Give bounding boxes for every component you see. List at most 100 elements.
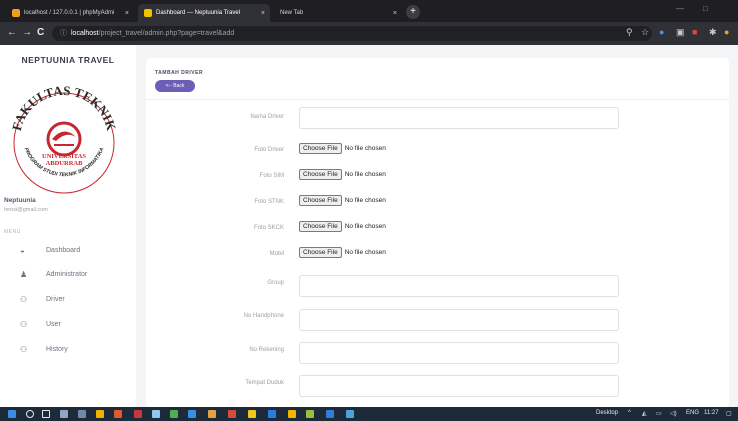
taskbar-app-icon[interactable] (306, 410, 314, 418)
extension-icon[interactable]: ■ (692, 27, 697, 37)
sidebar-item-label: Driver (46, 295, 65, 303)
label-foto-driver: Foto Driver (254, 147, 284, 153)
label-group: Group (267, 280, 284, 286)
foto-stnk-file-input: Choose File No file chosen (299, 195, 386, 206)
new-tab-button[interactable]: + (406, 5, 420, 19)
folder-favicon-icon (144, 9, 152, 17)
taskbar-app-icon[interactable] (134, 410, 142, 418)
menu-heading: MENU (4, 229, 21, 235)
maximize-icon[interactable]: □ (703, 4, 708, 13)
profile-avatar-icon[interactable]: ● (724, 27, 729, 37)
brand-title: NEPTUUNIA TRAVEL (21, 55, 115, 65)
sidebar-item-administrator[interactable]: ♟ Administrator (20, 266, 130, 282)
foto-sim-file-input: Choose File No file chosen (299, 169, 386, 180)
taskbar-app-icon[interactable] (208, 410, 216, 418)
back-arrow-icon[interactable]: ← (7, 27, 17, 38)
group-icon: ⚇ (20, 344, 28, 354)
choose-file-button[interactable]: Choose File (299, 143, 342, 154)
sidebar-item-label: Dashboard (46, 246, 81, 254)
tab-label: localhost / 127.0.0.1 | phpMyAdmi (24, 10, 115, 16)
volume-icon[interactable]: ◁) (670, 410, 677, 417)
choose-file-button[interactable]: Choose File (299, 195, 342, 206)
no-handphone-input[interactable] (299, 309, 619, 331)
group-input[interactable] (299, 275, 619, 297)
tab-close-icon[interactable]: × (261, 10, 265, 17)
logo-center-line2: ABDURRAB (46, 160, 84, 167)
address-bar-row: ← → C ⓘ localhost/project_travel/admin.ph… (0, 22, 738, 45)
nama-driver-input[interactable] (299, 107, 619, 129)
forward-arrow-icon[interactable]: → (22, 27, 32, 38)
language-indicator[interactable]: ENG (686, 410, 699, 416)
label-tempat-duduk: Tempat Duduk (245, 380, 284, 386)
taskbar-app-icon[interactable] (170, 410, 178, 418)
sidebar-item-label: Administrator (46, 270, 88, 278)
label-foto-skck: Foto SKCK (253, 225, 284, 231)
university-logo: FAKULTAS TEKNIK PROGRAM STUDI TEKNIK INF… (9, 83, 119, 194)
file-status: No file chosen (344, 223, 386, 230)
search-icon[interactable] (26, 410, 34, 418)
tab-close-icon[interactable]: × (393, 10, 397, 17)
taskbar: Desktop ^ ◭ ▭ ◁) ENG 11:27 ▢ (0, 407, 738, 421)
sidebar-item-user[interactable]: ⚇ User (20, 316, 130, 332)
tempat-duduk-input[interactable] (299, 375, 619, 397)
file-explorer-icon[interactable] (96, 410, 104, 418)
bookmark-star-icon[interactable]: ☆ (641, 27, 649, 38)
taskbar-app-icon[interactable] (346, 410, 354, 418)
foto-driver-file-input: Choose File No file chosen (299, 143, 386, 154)
url-field[interactable]: ⓘ localhost/project_travel/admin.php?page… (52, 26, 652, 41)
taskbar-app-icon[interactable] (78, 410, 86, 418)
tab-close-icon[interactable]: × (125, 10, 129, 17)
label-mobil: Mobil (269, 251, 284, 257)
search-icon[interactable]: ⚲ (626, 27, 633, 38)
tab-label: New Tab (280, 10, 304, 16)
taskbar-app-icon[interactable] (188, 410, 196, 418)
label-foto-sim: Foto SIM (259, 173, 284, 179)
label-no-rekening: No Rekening (249, 347, 284, 353)
user-name: Neptuunia (4, 197, 36, 204)
puzzle-icon[interactable]: ✱ (709, 27, 717, 38)
choose-file-button[interactable]: Choose File (299, 221, 342, 232)
taskbar-app-icon[interactable] (60, 410, 68, 418)
task-view-icon[interactable] (42, 410, 50, 418)
label-nama-driver: Nama Driver (250, 114, 284, 120)
foto-skck-file-input: Choose File No file chosen (299, 221, 386, 232)
tab-phpmyadmin[interactable]: localhost / 127.0.0.1 | phpMyAdmi × (6, 4, 134, 22)
battery-icon[interactable]: ▭ (656, 410, 662, 417)
sidebar-item-history[interactable]: ⚇ History (20, 341, 130, 357)
taskbar-app-icon[interactable] (248, 410, 256, 418)
chrome-icon[interactable] (288, 410, 296, 418)
taskbar-app-icon[interactable] (228, 410, 236, 418)
clock[interactable]: 11:27 (704, 410, 719, 416)
minimize-icon[interactable]: — (676, 4, 684, 13)
windows-start-icon[interactable] (8, 410, 16, 418)
taskbar-app-icon[interactable] (114, 410, 122, 418)
network-icon[interactable]: ◭ (642, 410, 647, 417)
taskbar-app-icon[interactable] (326, 410, 334, 418)
phpmyadmin-favicon-icon (12, 9, 20, 17)
info-icon[interactable]: ⓘ (60, 30, 67, 37)
taskbar-app-icon[interactable] (268, 410, 276, 418)
desktop-toolbar-label[interactable]: Desktop (596, 410, 618, 416)
back-button[interactable]: <-- Back (155, 80, 195, 92)
tab-new-tab[interactable]: New Tab × (274, 4, 402, 22)
reload-icon[interactable]: C (37, 27, 44, 38)
extension-icon[interactable]: ● (659, 27, 664, 37)
sidebar-item-dashboard[interactable]: ◒ Dashboard (20, 242, 130, 258)
notification-icon[interactable]: ▢ (726, 410, 732, 417)
file-status: No file chosen (344, 171, 386, 178)
choose-file-button[interactable]: Choose File (299, 247, 342, 258)
dashboard-icon: ◒ (20, 245, 25, 255)
card-header: TAMBAH DRIVER <-- Back (146, 58, 729, 100)
logo-center-line1: UNIVERSITAS (42, 153, 86, 160)
mobil-file-input: Choose File No file chosen (299, 247, 386, 258)
taskbar-app-icon[interactable] (152, 410, 160, 418)
choose-file-button[interactable]: Choose File (299, 169, 342, 180)
extension-icon[interactable]: ▣ (676, 27, 685, 38)
no-rekening-input[interactable] (299, 342, 619, 364)
file-status: No file chosen (344, 249, 386, 256)
sidebar-item-driver[interactable]: ⚇ Driver (20, 291, 130, 307)
person-icon: ♟ (20, 269, 28, 279)
file-status: No file chosen (344, 197, 386, 204)
tray-chevron-icon[interactable]: ^ (628, 410, 631, 416)
tab-dashboard[interactable]: Dashboard — Neptuunia Travel × (138, 4, 270, 22)
